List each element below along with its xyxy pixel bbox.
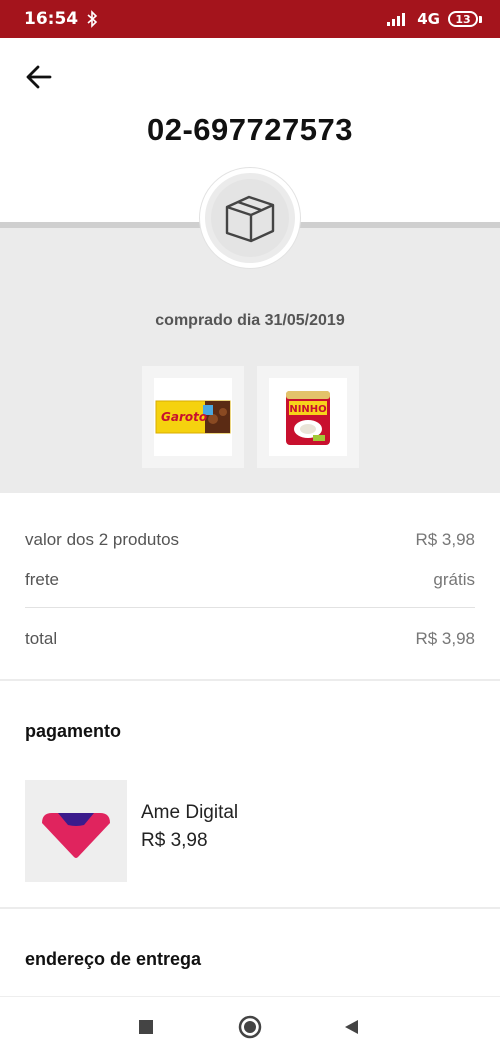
battery-level: 13: [455, 12, 471, 26]
delivery-title: endereço de entrega: [25, 949, 202, 969]
products-value-row: valor dos 2 produtos R$ 3,98: [25, 530, 475, 550]
status-bar: 16:54 4G 13: [0, 0, 500, 38]
summary-divider: [25, 607, 475, 608]
shipping-value: grátis: [433, 570, 475, 589]
payment-method: Ame Digital: [141, 802, 239, 823]
products-value-label: valor dos 2 produtos: [25, 530, 180, 549]
product-brand: Garoto: [161, 410, 207, 424]
total-row: total R$ 3,98: [25, 629, 475, 649]
total-label: total: [25, 629, 58, 648]
milk-can-image: NINHO: [286, 391, 330, 445]
product-brand: NINHO: [289, 404, 326, 415]
shipping-row: frete grátis: [25, 570, 475, 590]
payment-title: pagamento: [25, 721, 122, 741]
section-divider: [0, 679, 500, 681]
back-triangle-icon[interactable]: [343, 1019, 359, 1035]
back-arrow-icon[interactable]: [20, 58, 58, 96]
payment-amount: R$ 3,98: [141, 830, 208, 851]
ame-logo-icon: [42, 813, 110, 858]
order-number: 02-697727573: [147, 112, 353, 147]
total-value: R$ 3,98: [415, 629, 475, 648]
battery-icon: 13: [448, 11, 482, 27]
status-indicators: 4G 13: [387, 10, 482, 28]
ame-digital-logo: [25, 780, 127, 882]
product-thumbnail[interactable]: Garoto: [142, 366, 244, 468]
purchase-date: comprado dia 31/05/2019: [155, 312, 345, 329]
section-divider: [0, 907, 500, 909]
bluetooth-icon: [87, 10, 98, 28]
product-thumbnail[interactable]: NINHO: [257, 366, 359, 468]
signal-icon: [387, 13, 406, 26]
products-value: R$ 3,98: [415, 530, 475, 549]
status-time: 16:54: [24, 9, 79, 29]
chocolate-bar-image: Garoto: [155, 400, 231, 434]
recent-apps-icon[interactable]: [138, 1019, 154, 1035]
package-icon: [225, 195, 275, 243]
home-icon[interactable]: [238, 1015, 262, 1039]
network-label: 4G: [417, 10, 440, 28]
package-badge: [200, 168, 300, 268]
shipping-label: frete: [25, 570, 60, 589]
system-nav-bar: [0, 996, 500, 1056]
